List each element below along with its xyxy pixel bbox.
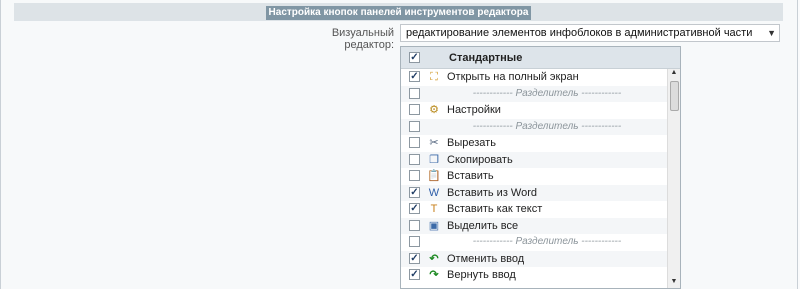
group-checkbox[interactable]: ✓ — [409, 52, 420, 63]
separator-row: ------------ Разделитель ------------ — [401, 234, 667, 251]
chevron-down-icon[interactable]: ▼ — [767, 25, 776, 41]
button-row: ✂ Вырезать — [401, 135, 667, 152]
paste-word-icon: W — [428, 186, 440, 199]
undo-icon: ↶ — [429, 252, 439, 265]
group-header: ✓ Стандартные — [401, 47, 680, 69]
button-row: ✓ ↶ Отменить ввод — [401, 250, 667, 267]
button-rows: ✓ ⛶ Открыть на полный экран ------------ Ра… — [401, 69, 667, 284]
scroll-up-icon[interactable]: ▲ — [668, 69, 680, 79]
row-checkbox[interactable] — [409, 170, 420, 181]
separator-row: ------------ Разделитель ------------ — [401, 85, 667, 102]
button-row: ▣ Выделить все — [401, 217, 667, 234]
button-row: ❐ Скопировать — [401, 151, 667, 168]
redo-icon: ↷ — [429, 269, 439, 281]
editor-label: Визуальный редактор: — [331, 27, 394, 51]
button-row: 📋 Вставить — [401, 168, 667, 185]
editor-select-value: редактирование элементов инфоблоков в ад… — [406, 27, 753, 39]
group-label: Стандартные — [449, 52, 523, 64]
editor-select[interactable]: редактирование элементов инфоблоков в ад… — [400, 24, 780, 42]
button-row: ⚙ Настройки — [401, 102, 667, 119]
paste-icon: 📋 — [427, 170, 441, 182]
section-title: Настройка кнопок панелей инструментов ре… — [265, 6, 532, 20]
row-checkbox[interactable] — [409, 236, 420, 247]
button-label: Вставить как текст — [447, 203, 543, 215]
row-checkbox[interactable] — [409, 137, 420, 148]
copy-icon: ❐ — [429, 153, 439, 166]
toolbar-buttons-list[interactable]: ✓ Стандартные ✓ ⛶ Открыть на полный экран -… — [400, 46, 681, 289]
row-checkbox[interactable] — [409, 219, 420, 231]
button-label: Настройки — [447, 104, 501, 116]
button-label: Вернуть ввод — [447, 269, 516, 281]
scroll-thumb[interactable] — [670, 81, 679, 111]
gear-icon: ⚙ — [429, 104, 439, 116]
settings-panel: Настройка кнопок панелей инструментов ре… — [0, 0, 798, 289]
button-label: Выделить все — [447, 219, 519, 232]
select-all-icon: ▣ — [428, 219, 440, 232]
separator-row: ------------ Разделитель ------------ — [401, 118, 667, 135]
button-row: ✓ T Вставить как текст — [401, 201, 667, 218]
separator-label: ------------ Разделитель ------------ — [472, 236, 622, 247]
button-label: Вырезать — [447, 137, 496, 149]
button-row: ✓ W Вставить из Word — [401, 184, 667, 201]
button-row: ✓ ⛶ Открыть на полный экран — [401, 69, 667, 86]
scissors-icon: ✂ — [429, 137, 439, 149]
row-checkbox[interactable] — [409, 87, 420, 99]
row-checkbox[interactable]: ✓ — [409, 186, 420, 198]
button-label: Скопировать — [447, 153, 513, 166]
fullscreen-icon: ⛶ — [430, 71, 438, 83]
row-checkbox[interactable]: ✓ — [409, 71, 420, 82]
button-row: ✓ ↷ Вернуть ввод — [401, 267, 667, 284]
row-checkbox[interactable]: ✓ — [409, 252, 420, 264]
paste-text-icon: T — [430, 203, 438, 215]
button-label: Открыть на полный экран — [447, 71, 579, 83]
separator-label: ------------ Разделитель ------------ — [472, 87, 622, 99]
button-label: Вставить — [447, 170, 494, 182]
row-checkbox[interactable] — [409, 120, 420, 132]
list-scrollbar[interactable]: ▲ ▼ — [667, 69, 680, 288]
row-checkbox[interactable]: ✓ — [409, 203, 420, 214]
scroll-down-icon[interactable]: ▼ — [668, 278, 680, 288]
row-checkbox[interactable]: ✓ — [409, 269, 420, 280]
button-label: Вставить из Word — [447, 186, 538, 199]
button-label: Отменить ввод — [447, 252, 525, 265]
separator-label: ------------ Разделитель ------------ — [472, 120, 622, 132]
section-header: Настройка кнопок панелей инструментов ре… — [14, 3, 783, 21]
row-checkbox[interactable] — [409, 104, 420, 115]
row-checkbox[interactable] — [409, 153, 420, 165]
